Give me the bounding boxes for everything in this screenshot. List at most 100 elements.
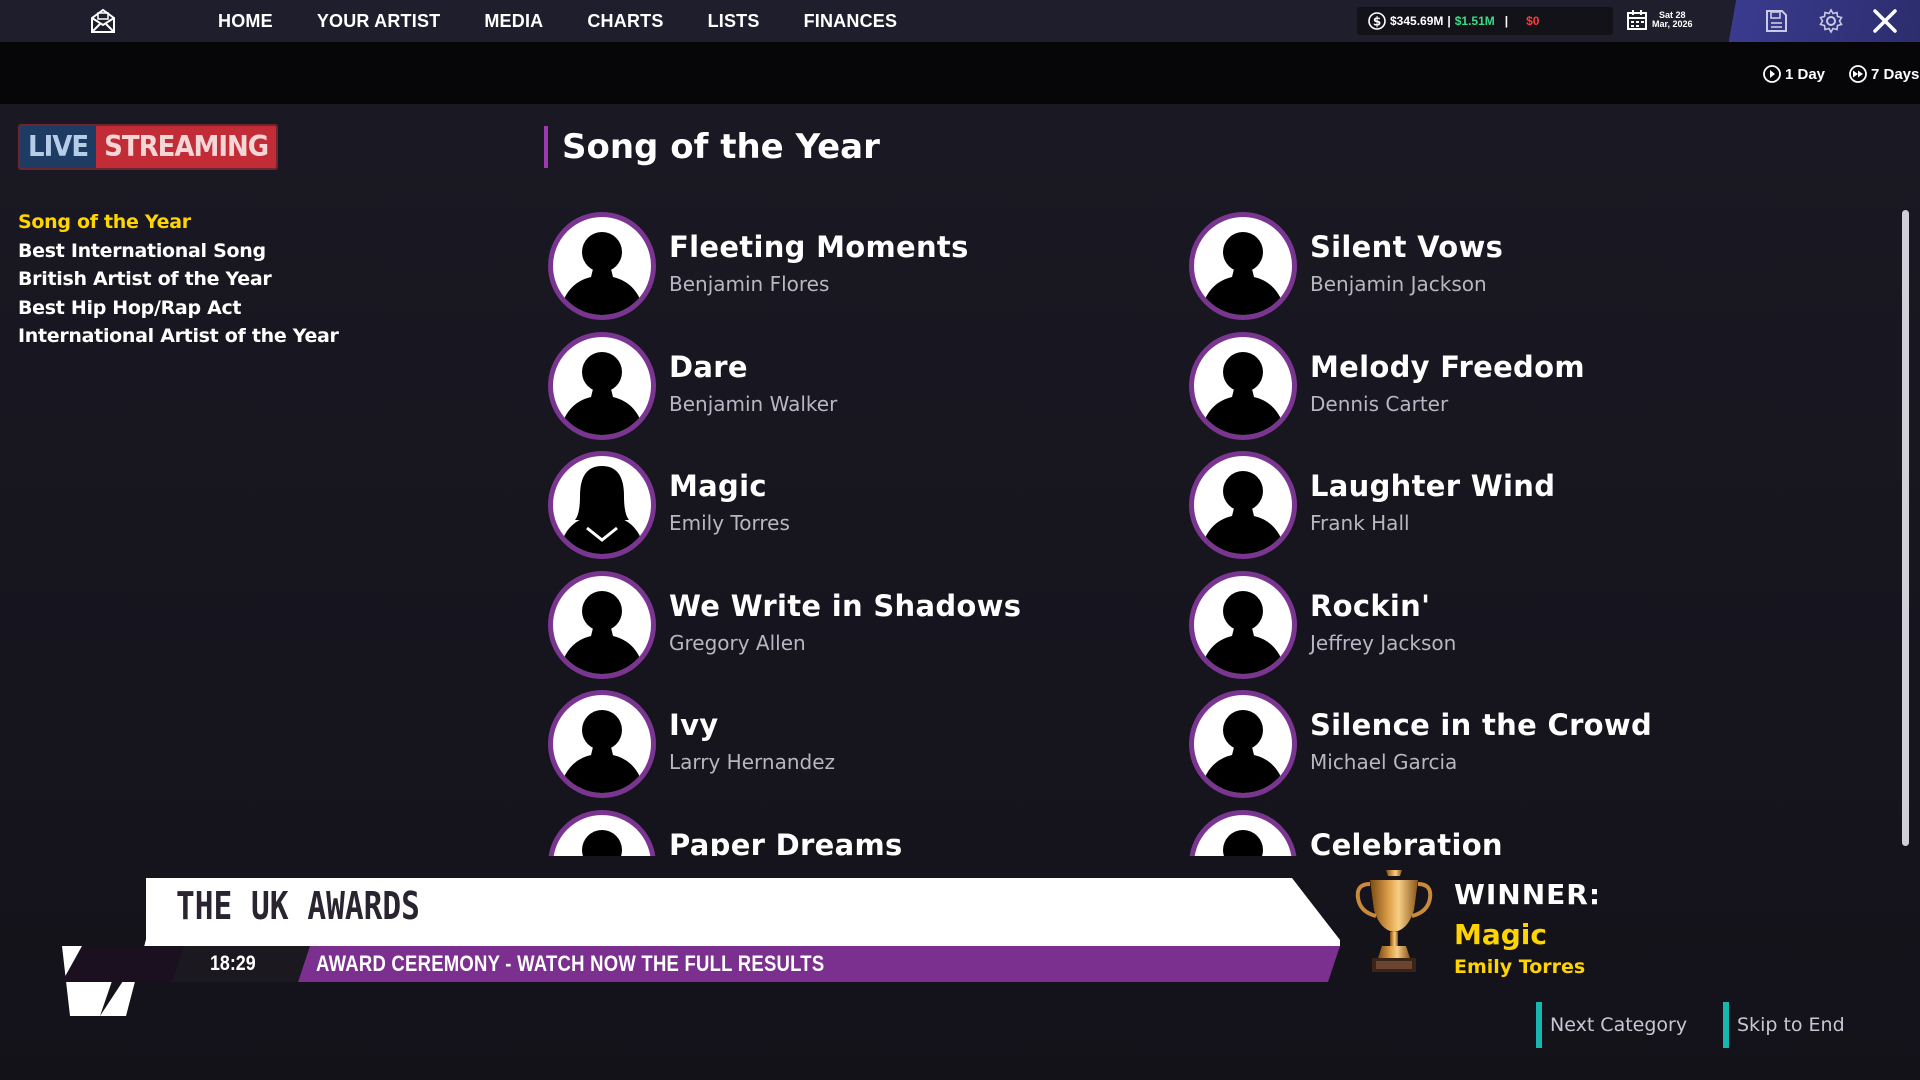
nominee-song-title: Silence in the Crowd [1310, 708, 1653, 742]
male-silhouette-icon [1189, 690, 1297, 798]
category-international-artist-of-the-year[interactable]: International Artist of the Year [18, 322, 339, 351]
winner-artist: Emily Torres [1454, 956, 1586, 978]
nav-media[interactable]: MEDIA [484, 11, 543, 32]
close-icon[interactable] [1872, 8, 1898, 34]
top-nav-bar: HOME YOUR ARTIST MEDIA CHARTS LISTS FINA… [0, 0, 1920, 42]
male-silhouette-icon [548, 809, 656, 856]
nominee-card[interactable]: Ivy Larry Hernandez [548, 686, 1168, 798]
nominee-artist: Emily Torres [669, 511, 790, 535]
nominee-card[interactable]: Rockin' Jeffrey Jackson [1189, 567, 1809, 679]
svg-text:$: $ [1373, 15, 1381, 29]
logo-live-text: LIVE [20, 126, 97, 168]
skip-to-end-button[interactable]: Skip to End [1723, 1002, 1845, 1048]
save-icon[interactable] [1764, 9, 1788, 33]
nominee-song-title: Fleeting Moments [669, 230, 969, 264]
trophy-icon [1352, 866, 1436, 982]
advance-7-days-button[interactable]: 7 Days [1848, 64, 1919, 84]
male-silhouette-icon [1189, 331, 1297, 440]
nominee-card[interactable]: Paper Dreams [548, 806, 1168, 857]
ticker-title: THE UK AWARDS [176, 884, 420, 928]
nominee-song-title: Magic [669, 469, 767, 503]
male-silhouette-icon [548, 212, 656, 320]
nav-charts[interactable]: CHARTS [587, 11, 663, 32]
nominee-artist: Gregory Allen [669, 630, 806, 655]
skip-to-end-label: Skip to End [1737, 1014, 1845, 1036]
nominee-card[interactable]: Silence in the Crowd Michael Garcia [1189, 686, 1809, 798]
nominee-artist: Michael Garcia [1310, 750, 1458, 774]
nominee-card[interactable]: Melody Freedom Dennis Carter [1189, 328, 1809, 440]
scrollbar-thumb[interactable] [1902, 210, 1909, 846]
date-display[interactable]: Sat 28 Mar, 2026 [1626, 9, 1693, 31]
ticker-text: AWARD CEREMONY - WATCH NOW THE FULL RESU… [316, 951, 825, 976]
logo-streaming-text: STREAMING [96, 126, 277, 168]
nominee-artist: Dennis Carter [1310, 391, 1449, 416]
nav-finances[interactable]: FINANCES [804, 11, 898, 32]
award-category-list: Song of the Year Best International Song… [18, 208, 339, 351]
nominees-list[interactable]: Fleeting Moments Benjamin Flores Silent Vo… [548, 208, 1848, 856]
nominee-card[interactable]: Celebration [1189, 806, 1809, 857]
fast-forward-icon [1849, 65, 1867, 83]
time-control-bar [0, 42, 1920, 104]
winner-song: Magic [1454, 918, 1547, 951]
next-category-label: Next Category [1550, 1014, 1688, 1036]
dollar-coin-icon: $ [1368, 12, 1386, 30]
nominee-card[interactable]: Fleeting Moments Benjamin Flores [548, 208, 1168, 320]
money-separator: | [1447, 14, 1451, 28]
nominee-card[interactable]: Dare Benjamin Walker [548, 328, 1168, 440]
next-category-button[interactable]: Next Category [1536, 1002, 1687, 1048]
male-silhouette-icon [548, 690, 656, 798]
advance-1-day-label: 1 Day [1785, 65, 1826, 83]
date-line-2: Mar, 2026 [1652, 19, 1693, 29]
nominee-artist: Larry Hernandez [669, 750, 836, 774]
nominee-artist: Benjamin Jackson [1310, 272, 1487, 296]
male-silhouette-icon [548, 331, 656, 440]
nominee-song-title: Silent Vows [1310, 230, 1504, 264]
advance-1-day-button[interactable]: 1 Day [1762, 64, 1825, 84]
gear-icon[interactable] [1818, 8, 1844, 34]
nominee-song-title: Dare [669, 349, 748, 384]
nav-lists[interactable]: LISTS [708, 11, 760, 32]
nominee-song-title: Celebration [1310, 827, 1503, 857]
nominee-song-title: We Write in Shadows [669, 588, 1022, 623]
mail-icon[interactable] [88, 6, 118, 36]
nominee-card[interactable]: Magic Emily Torres [548, 447, 1168, 559]
ticker-time: 18:29 [210, 952, 256, 975]
calendar-icon [1627, 10, 1647, 30]
male-silhouette-icon [1189, 809, 1297, 856]
advance-7-days-label: 7 Days [1871, 65, 1920, 83]
nominee-song-title: Paper Dreams [669, 827, 903, 857]
category-best-hip-hop-rap-act[interactable]: Best Hip Hop/Rap Act [18, 294, 339, 323]
nominee-song-title: Rockin' [1310, 588, 1431, 623]
nominee-card[interactable]: Silent Vows Benjamin Jackson [1189, 208, 1809, 320]
nav-home[interactable]: HOME [218, 11, 273, 32]
main-nav: HOME YOUR ARTIST MEDIA CHARTS LISTS FINA… [218, 0, 941, 42]
money-cash: $345.69M [1390, 14, 1444, 28]
nominee-artist: Benjamin Flores [669, 272, 830, 296]
nominee-artist: Frank Hall [1310, 511, 1410, 535]
nominee-card[interactable]: We Write in Shadows Gregory Allen [548, 567, 1168, 679]
play-icon [1763, 65, 1781, 83]
category-british-artist-of-the-year[interactable]: British Artist of the Year [18, 265, 339, 294]
money-display[interactable]: $ $345.69M | $1.51M | $0 [1357, 7, 1613, 35]
winner-label: WINNER: [1454, 878, 1602, 911]
male-silhouette-icon [548, 570, 656, 679]
male-silhouette-icon [1189, 570, 1297, 679]
date-text: Sat 28 Mar, 2026 [1652, 11, 1693, 29]
nav-your-artist[interactable]: YOUR ARTIST [317, 11, 441, 32]
nominee-card[interactable]: Laughter Wind Frank Hall [1189, 447, 1809, 559]
nominee-song-title: Melody Freedom [1310, 349, 1585, 384]
nominees-scrollbar[interactable] [1902, 210, 1909, 846]
news-ticker: THE UK AWARDS 18:29 AWARD CEREMONY - WAT… [62, 876, 1352, 1026]
money-separator: | [1504, 14, 1509, 28]
female-silhouette-icon [548, 451, 656, 559]
live-streaming-logo: LIVE STREAMING [18, 124, 279, 170]
nominee-artist: Jeffrey Jackson [1310, 630, 1457, 655]
male-silhouette-icon [1189, 451, 1297, 559]
male-silhouette-icon [1189, 212, 1297, 320]
category-song-of-the-year[interactable]: Song of the Year [18, 208, 339, 237]
category-best-international-song[interactable]: Best International Song [18, 237, 339, 266]
money-expense: $0 [1526, 14, 1540, 28]
nominee-song-title: Laughter Wind [1310, 469, 1556, 503]
section-title: Song of the Year [544, 126, 880, 168]
nominee-artist: Benjamin Walker [669, 391, 838, 416]
